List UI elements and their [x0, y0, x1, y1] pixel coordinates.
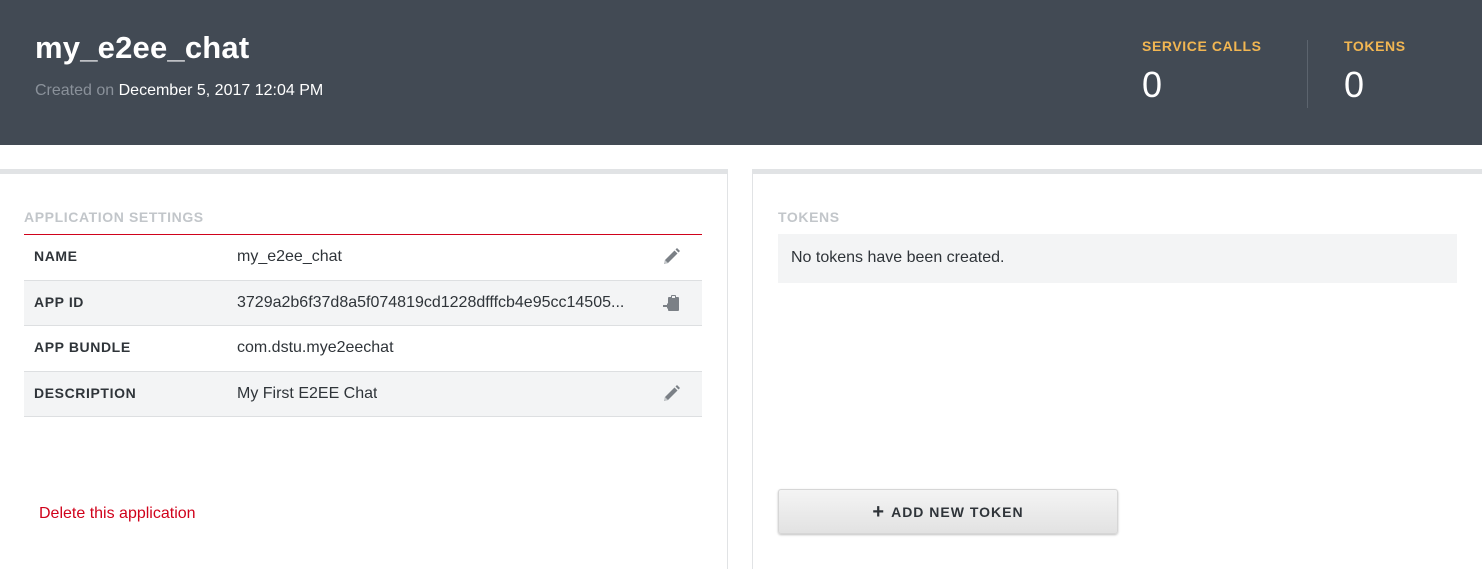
plus-icon: +	[872, 500, 885, 523]
tokens-stat-value: 0	[1344, 64, 1365, 105]
empty-message: No tokens have been created.	[791, 249, 1005, 266]
settings-section-title: APPLICATION SETTINGS	[24, 209, 204, 225]
stats-divider	[1307, 40, 1308, 108]
setting-value: com.dstu.mye2eechat	[237, 339, 394, 356]
delete-application-link[interactable]: Delete this application	[39, 505, 196, 523]
setting-row-app-bundle: APP BUNDLE com.dstu.mye2eechat	[24, 326, 702, 372]
setting-value: my_e2ee_chat	[237, 248, 342, 265]
tokens-panel: TOKENS No tokens have been created. + AD…	[752, 169, 1482, 569]
settings-table: NAME my_e2ee_chat APP ID 3729a2b6f37d8a5…	[24, 234, 702, 417]
setting-key: APP ID	[34, 293, 85, 310]
service-calls-label: SERVICE CALLS	[1142, 38, 1262, 54]
setting-key: NAME	[34, 248, 78, 264]
clipboard-icon[interactable]	[660, 292, 682, 314]
setting-row-name: NAME my_e2ee_chat	[24, 235, 702, 281]
pencil-icon[interactable]	[660, 246, 682, 268]
add-new-token-button[interactable]: + ADD NEW TOKEN	[778, 489, 1118, 534]
setting-row-app-id: APP ID 3729a2b6f37d8a5f074819cd1228dfffc…	[24, 280, 702, 326]
app-header: my_e2ee_chat Created on December 5, 2017…	[0, 0, 1482, 145]
application-settings-panel: APPLICATION SETTINGS NAME my_e2ee_chat A…	[0, 169, 728, 569]
setting-row-description: DESCRIPTION My First E2EE Chat	[24, 371, 702, 417]
setting-key: DESCRIPTION	[34, 384, 137, 401]
service-calls-stat: SERVICE CALLS 0	[1142, 38, 1262, 106]
tokens-stat: TOKENS 0	[1344, 38, 1406, 106]
setting-value: 3729a2b6f37d8a5f074819cd1228dfffcb4e95cc…	[237, 293, 625, 311]
setting-key: APP BUNDLE	[34, 339, 131, 355]
pencil-icon[interactable]	[660, 383, 682, 405]
created-info: Created on December 5, 2017 12:04 PM	[35, 82, 323, 100]
created-date: December 5, 2017 12:04 PM	[118, 82, 324, 99]
tokens-stat-label: TOKENS	[1344, 38, 1406, 54]
page-title: my_e2ee_chat	[35, 30, 250, 65]
add-token-label: ADD NEW TOKEN	[891, 503, 1024, 520]
created-prefix: Created on	[35, 82, 115, 99]
setting-value: My First E2EE Chat	[237, 384, 378, 402]
tokens-section-title: TOKENS	[778, 209, 840, 225]
service-calls-value: 0	[1142, 64, 1163, 105]
tokens-empty-state: No tokens have been created.	[778, 234, 1457, 283]
